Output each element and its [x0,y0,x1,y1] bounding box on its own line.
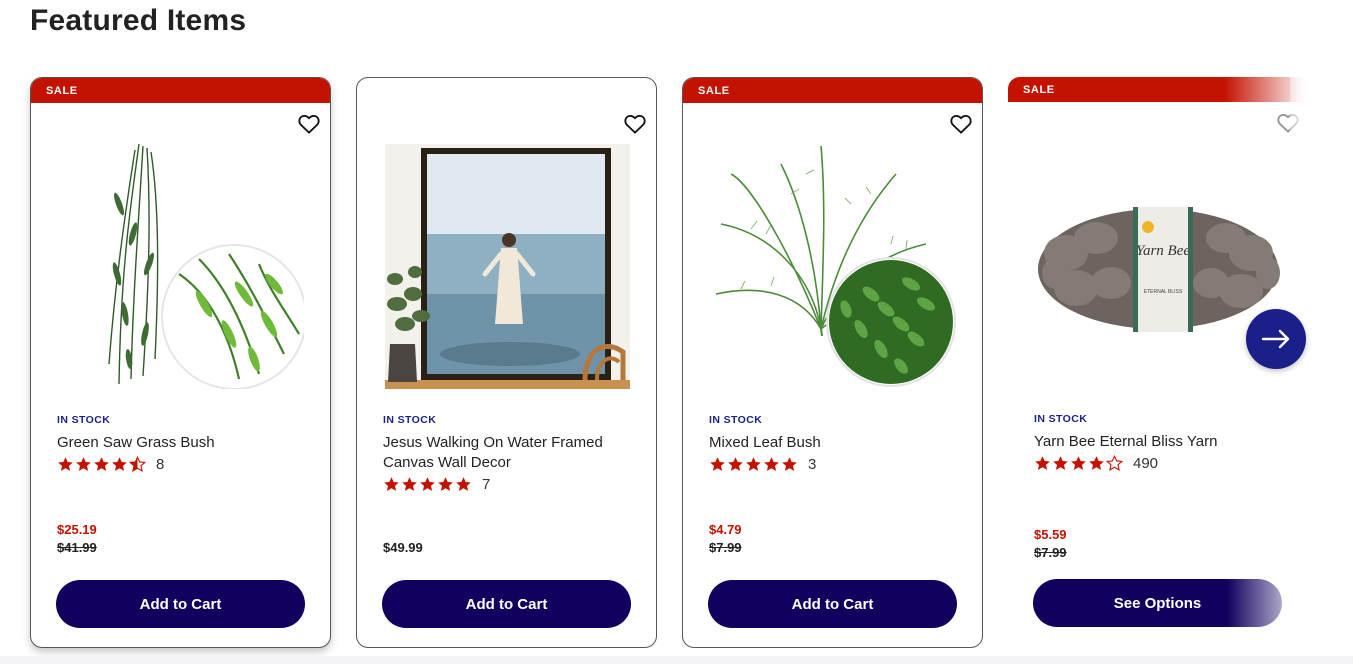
sale-badge: SALE [683,78,982,103]
product-rating[interactable]: 7 [383,476,490,493]
star-rating [383,476,472,493]
star-icon [1053,456,1068,470]
product-rating[interactable]: 490 [1034,455,1158,472]
sale-price: $4.79 [709,522,742,537]
featured-items-carousel: SALE IN STOCK Green Saw Grass Bush 8 $25… [0,0,1353,664]
carousel-next-button[interactable] [1246,309,1306,369]
star-icon [456,477,471,491]
sale-price: $25.19 [57,522,97,537]
add-to-cart-button[interactable]: Add to Cart [382,580,631,628]
add-to-cart-button[interactable]: Add to Cart [56,580,305,628]
star-icon [420,477,435,491]
star-rating [1034,455,1123,472]
product-title[interactable]: Jesus Walking On Water Framed Canvas Wal… [383,433,633,473]
half-star-icon [129,456,146,472]
price: $49.99 [383,540,423,555]
heart-icon[interactable] [298,114,320,134]
star-rating [709,456,798,473]
star-icon [728,457,743,471]
star-icon [782,457,797,471]
product-card-jesus-walking-on-water[interactable]: IN STOCK Jesus Walking On Water Framed C… [356,77,657,648]
heart-icon[interactable] [950,114,972,134]
star-icon [746,457,761,471]
stock-status: IN STOCK [1034,413,1088,425]
stock-status: IN STOCK [709,414,763,426]
framed-canvas-image[interactable] [385,144,630,389]
empty-star-icon [1106,455,1123,471]
stock-status: IN STOCK [57,414,111,426]
star-icon [1089,456,1104,470]
stock-status: IN STOCK [383,414,437,426]
hanging-grass-plant-image[interactable] [59,144,304,389]
product-card-green-saw-grass-bush[interactable]: SALE IN STOCK Green Saw Grass Bush 8 $25… [30,77,331,648]
star-icon [1071,456,1086,470]
star-icon [402,477,417,491]
review-count: 7 [482,476,491,493]
arrow-right-icon [1261,329,1290,349]
review-count: 490 [1133,455,1159,472]
product-title[interactable]: Yarn Bee Eternal Bliss Yarn [1034,432,1284,452]
original-price: $7.99 [709,540,742,555]
section-divider [0,656,1353,664]
star-icon [384,477,399,491]
star-rating [57,456,146,473]
product-title[interactable]: Green Saw Grass Bush [57,433,307,453]
yarn-skein-image[interactable]: Yarn Bee ETERNAL BLISS [1036,143,1281,388]
fern-bush-image[interactable] [711,144,956,389]
star-icon [1035,456,1050,470]
carousel-fade-overlay [1290,70,1353,664]
star-icon [438,477,453,491]
product-rating[interactable]: 3 [709,456,816,473]
star-icon [94,457,109,471]
sale-badge: SALE [31,78,330,103]
yarn-brand-label: Yarn Bee [1136,243,1190,259]
sale-price: $5.59 [1034,527,1067,542]
review-count: 3 [808,456,817,473]
yarn-product-label: ETERNAL BLISS [1144,289,1183,295]
heart-icon[interactable] [624,114,646,134]
star-icon [710,457,725,471]
product-card-mixed-leaf-bush[interactable]: SALE IN STOCK Mixed Leaf Bush 3 $4.79 $7… [682,77,983,648]
review-count: 8 [156,456,165,473]
star-icon [764,457,779,471]
add-to-cart-button[interactable]: Add to Cart [708,580,957,628]
star-icon [112,457,127,471]
original-price: $41.99 [57,540,97,555]
product-rating[interactable]: 8 [57,456,164,473]
see-options-button[interactable]: See Options [1033,579,1282,627]
star-icon [58,457,73,471]
product-title[interactable]: Mixed Leaf Bush [709,433,959,453]
star-icon [76,457,91,471]
sale-badge: SALE [1008,77,1309,102]
original-price: $7.99 [1034,545,1067,560]
